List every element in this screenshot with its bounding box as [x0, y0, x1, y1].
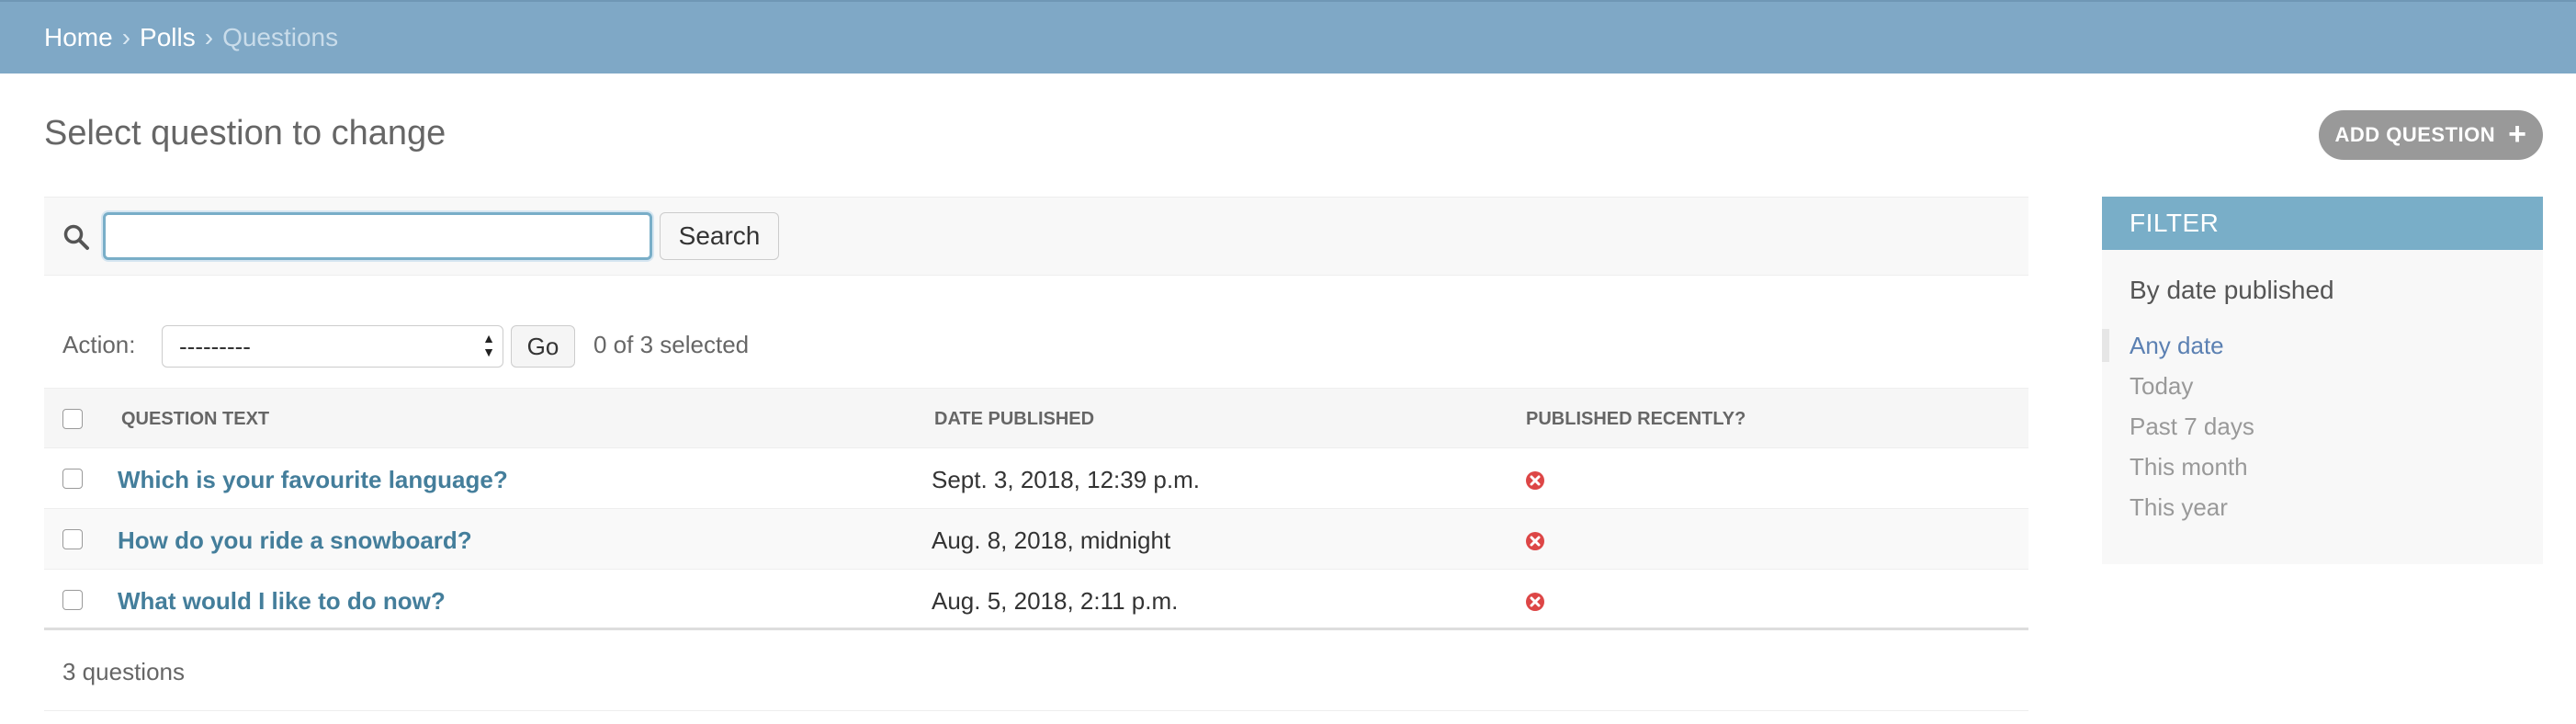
breadcrumb-home-link[interactable]: Home [44, 23, 113, 52]
search-toolbar: Search [44, 197, 2028, 276]
filter-option-today[interactable]: Today [2102, 366, 2543, 406]
breadcrumb-polls-link[interactable]: Polls [140, 23, 196, 52]
results-table: QUESTION TEXT DATE PUBLISHED PUBLISHED R… [44, 388, 2028, 630]
add-question-button[interactable]: ADD QUESTION + [2319, 110, 2543, 160]
filter-option-this-month[interactable]: This month [2102, 447, 2543, 487]
select-arrows-icon: ▲ ▼ [482, 331, 495, 359]
table-row: What would I like to do now? Aug. 5, 201… [44, 570, 2028, 630]
table-header-row: QUESTION TEXT DATE PUBLISHED PUBLISHED R… [44, 388, 2028, 448]
table-row: Which is your favourite language? Sept. … [44, 448, 2028, 509]
column-header-date-published[interactable]: DATE PUBLISHED [934, 409, 1094, 430]
question-link[interactable]: How do you ride a snowboard? [118, 526, 472, 555]
row-checkbox[interactable] [62, 469, 83, 489]
breadcrumb-separator: › [121, 23, 131, 51]
column-header-published-recently[interactable]: PUBLISHED RECENTLY? [1526, 409, 1746, 430]
breadcrumb: Home › Polls › Questions [0, 0, 2576, 74]
date-published-cell: Aug. 5, 2018, 2:11 p.m. [932, 587, 1179, 615]
paginator: 3 questions [44, 643, 2028, 711]
date-published-cell: Aug. 8, 2018, midnight [932, 526, 1171, 554]
date-published-cell: Sept. 3, 2018, 12:39 p.m. [932, 466, 1200, 493]
row-checkbox[interactable] [62, 529, 83, 549]
filter-option-this-year[interactable]: This year [2102, 487, 2543, 527]
filter-option-past-7-days[interactable]: Past 7 days [2102, 406, 2543, 447]
no-icon [1526, 593, 1544, 611]
filter-option-any-date[interactable]: Any date [2102, 325, 2543, 366]
filter-subtitle: By date published [2130, 276, 2334, 304]
filter-title: FILTER [2102, 197, 2543, 250]
add-question-label: ADD QUESTION [2334, 123, 2496, 146]
question-link[interactable]: Which is your favourite language? [118, 466, 508, 494]
table-row: How do you ride a snowboard? Aug. 8, 201… [44, 509, 2028, 570]
question-link[interactable]: What would I like to do now? [118, 587, 446, 616]
search-icon [63, 224, 89, 250]
no-icon [1526, 532, 1544, 550]
go-button[interactable]: Go [511, 325, 575, 368]
filter-panel: FILTER By date published Any date Today … [2102, 197, 2543, 564]
select-all-checkbox[interactable] [62, 409, 83, 429]
no-icon [1526, 471, 1544, 490]
breadcrumb-separator: › [204, 23, 214, 51]
search-button[interactable]: Search [660, 212, 779, 260]
row-checkbox[interactable] [62, 590, 83, 610]
action-label: Action: [62, 331, 136, 358]
search-input[interactable] [103, 212, 652, 260]
breadcrumb-current: Questions [222, 23, 339, 51]
page-title: Select question to change [44, 114, 446, 153]
column-header-question-text[interactable]: QUESTION TEXT [121, 409, 269, 430]
action-select[interactable]: --------- ▲ ▼ [162, 325, 503, 368]
selected-count: 0 of 3 selected [593, 331, 750, 358]
action-select-value: --------- [179, 332, 251, 360]
plus-icon: + [2508, 116, 2527, 152]
actions-bar: Action: --------- ▲ ▼ Go 0 of 3 selected [44, 312, 2028, 377]
filter-options-list: Any date Today Past 7 days This month Th… [2102, 325, 2543, 527]
